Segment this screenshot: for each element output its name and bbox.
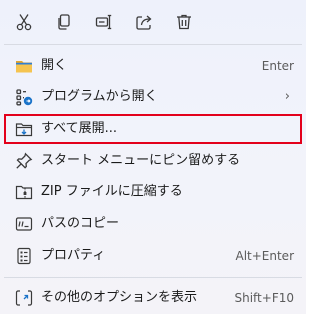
copy-path-icon xyxy=(15,215,33,233)
menu-item-copy-path[interactable]: パスのコピー xyxy=(4,209,302,239)
context-menu-toolbar xyxy=(0,0,306,44)
menu-item-accelerator: Shift+F10 xyxy=(234,291,294,305)
menu-item-label: その他のオプションを表示 xyxy=(41,290,198,305)
menu-item-label: パスのコピー xyxy=(41,216,120,231)
menu-item-label: プロパティ xyxy=(41,248,106,263)
menu-item-compress-zip[interactable]: ZIP ファイルに圧縮する xyxy=(4,177,302,207)
rename-icon xyxy=(95,14,112,30)
menu-item-properties[interactable]: プロパティ Alt+Enter xyxy=(4,241,302,271)
extract-all-icon xyxy=(15,120,33,138)
cut-icon xyxy=(16,14,32,31)
menu-separator xyxy=(4,277,302,278)
menu-item-accelerator: Enter xyxy=(261,59,294,73)
menu-item-label: すべて展開... xyxy=(41,121,117,136)
context-menu: 開く Enter プログラムから開く › すべて展開... スタート メニューに… xyxy=(0,0,306,314)
menu-item-label: スタート メニューにピン留めする xyxy=(41,153,241,168)
share-icon xyxy=(136,15,152,30)
delete-button[interactable] xyxy=(171,9,197,35)
menu-item-open[interactable]: 開く Enter xyxy=(4,51,302,81)
menu-item-label: プログラムから開く xyxy=(41,89,158,104)
copy-button[interactable] xyxy=(51,9,77,35)
copy-icon xyxy=(58,14,70,30)
open-with-icon xyxy=(15,88,33,106)
menu-item-accelerator: Alt+Enter xyxy=(235,249,294,263)
rename-button[interactable] xyxy=(91,9,117,35)
cut-button[interactable] xyxy=(11,9,37,35)
share-button[interactable] xyxy=(131,9,157,35)
menu-item-label: 開く xyxy=(41,58,68,73)
submenu-arrow-icon: › xyxy=(284,89,290,104)
menu-item-open-with[interactable]: プログラムから開く › xyxy=(4,82,302,112)
menu-item-show-more-options[interactable]: その他のオプションを表示 Shift+F10 xyxy=(4,283,302,313)
pin-icon xyxy=(15,152,33,170)
folder-open-icon xyxy=(15,57,33,75)
menu-item-label: ZIP ファイルに圧縮する xyxy=(41,184,183,199)
more-options-icon xyxy=(15,289,33,307)
delete-icon xyxy=(177,14,191,30)
menu-item-pin-to-start[interactable]: スタート メニューにピン留めする xyxy=(4,146,302,176)
menu-item-extract-all[interactable]: すべて展開... xyxy=(4,114,302,144)
toolbar-separator xyxy=(4,44,302,45)
zip-icon xyxy=(15,183,33,201)
properties-icon xyxy=(15,247,33,265)
